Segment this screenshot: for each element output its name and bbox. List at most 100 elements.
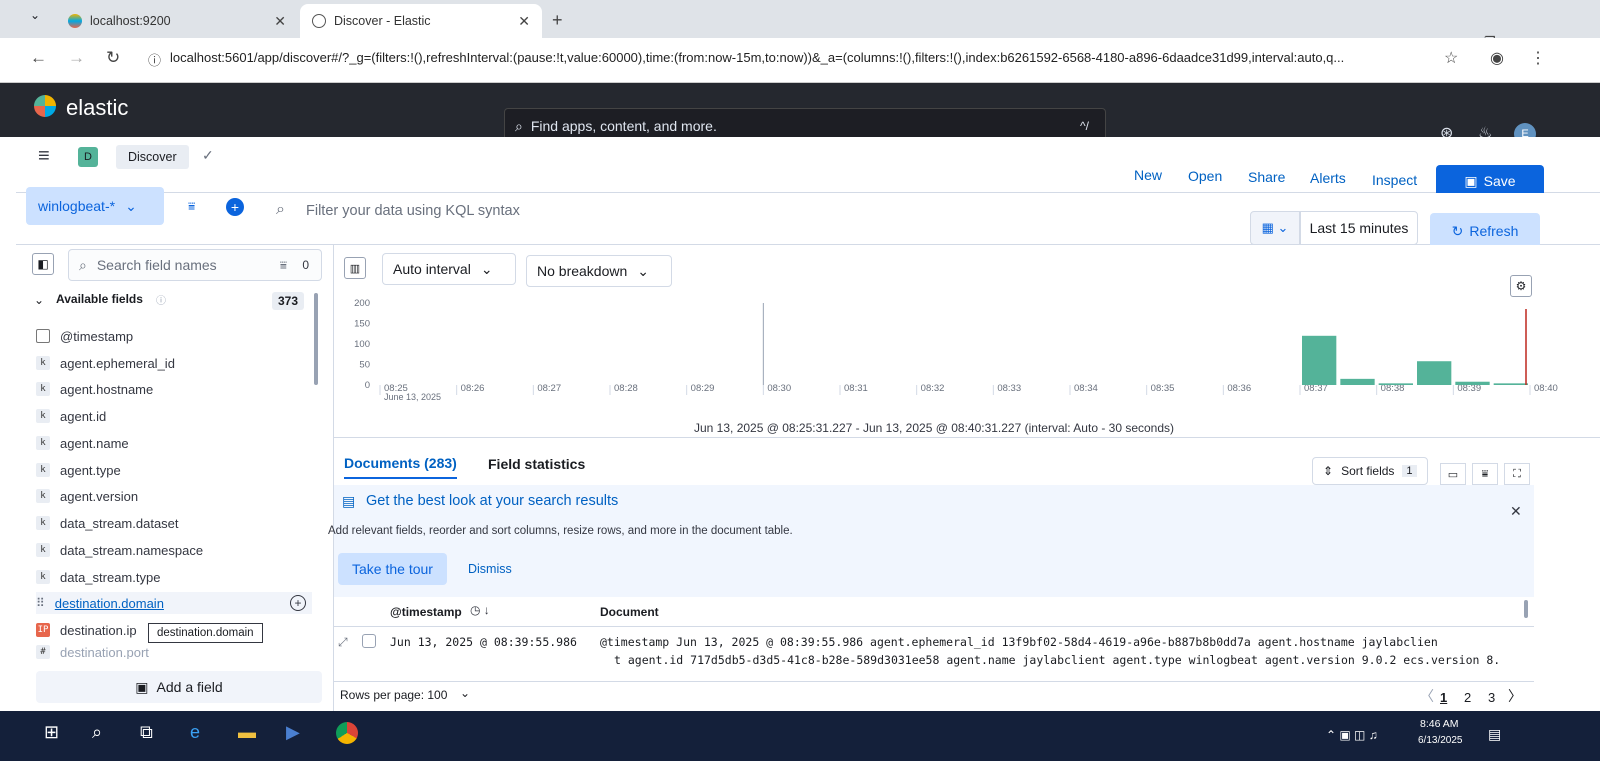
- forward-icon[interactable]: →: [68, 48, 85, 68]
- filter-options-icon[interactable]: ⩸: [188, 199, 195, 214]
- check-icon: ✓: [202, 147, 214, 163]
- drag-handle-icon[interactable]: ⠿: [36, 596, 45, 610]
- dismiss-button[interactable]: Dismiss: [468, 562, 512, 576]
- chrome-icon[interactable]: [336, 722, 358, 744]
- space-badge[interactable]: D: [78, 147, 98, 167]
- refresh-button[interactable]: ↻ Refresh: [1430, 213, 1540, 249]
- table-scrollbar[interactable]: [1524, 600, 1528, 618]
- next-page-icon[interactable]: 〉: [1508, 686, 1522, 706]
- clock-sort-icon[interactable]: ◷ ↓: [470, 603, 490, 617]
- chevron-down-icon: ⌄: [125, 197, 137, 214]
- back-icon[interactable]: ←: [30, 48, 47, 68]
- taskbar-time[interactable]: 8:46 AM: [1420, 718, 1459, 730]
- table-header: @timestamp ◷ ↓ Document: [334, 597, 1534, 627]
- fullscreen-icon[interactable]: ⛶: [1504, 463, 1530, 485]
- available-fields-heading[interactable]: Available fields: [56, 292, 143, 306]
- powershell-icon[interactable]: ▶: [286, 722, 300, 743]
- display-options-icon[interactable]: ⩸: [1472, 463, 1498, 485]
- table-row[interactable]: ⤢ Jun 13, 2025 @ 08:39:55.986 @timestamp…: [334, 633, 1534, 673]
- time-range-button[interactable]: Last 15 minutes: [1300, 211, 1418, 245]
- keyword-type-icon: k: [36, 516, 50, 530]
- dataview-picker[interactable]: winlogbeat-* ⌄: [26, 187, 164, 225]
- field-item[interactable]: k agent.name: [36, 432, 129, 454]
- x-tick-label: 08:29: [691, 383, 715, 394]
- breadcrumb-discover[interactable]: Discover: [116, 145, 189, 169]
- toggle-histogram-icon[interactable]: ▥: [344, 257, 366, 279]
- kql-filter-input[interactable]: Filter your data using KQL syntax: [306, 203, 520, 219]
- menu-inspect[interactable]: Inspect: [1372, 172, 1417, 188]
- site-info-icon[interactable]: ⓘ: [148, 50, 161, 69]
- tab-field-statistics[interactable]: Field statistics: [488, 456, 585, 472]
- field-item[interactable]: k agent.type: [36, 459, 121, 481]
- field-item[interactable]: # destination.port: [36, 645, 149, 659]
- chevron-down-icon[interactable]: ⌄: [34, 293, 44, 307]
- column-header-document[interactable]: Document: [600, 605, 659, 619]
- notifications-icon[interactable]: ▤: [1488, 726, 1501, 743]
- field-item[interactable]: k data_stream.namespace: [36, 539, 203, 561]
- task-view-icon[interactable]: ⧉: [140, 722, 153, 743]
- field-item[interactable]: IP destination.ip: [36, 619, 137, 641]
- tab-documents[interactable]: Documents (283): [344, 455, 457, 479]
- windows-start-icon[interactable]: ⊞: [44, 722, 59, 743]
- field-item[interactable]: k data_stream.dataset: [36, 512, 179, 534]
- date-quick-menu[interactable]: ▦ ⌄: [1250, 211, 1300, 245]
- field-name: agent.type: [60, 462, 121, 478]
- histogram-bar: [1340, 378, 1375, 385]
- field-item[interactable]: k agent.id: [36, 405, 106, 427]
- menu-open[interactable]: Open: [1188, 168, 1222, 184]
- new-tab-button[interactable]: +: [552, 10, 563, 31]
- elastic-logo-text[interactable]: elastic: [66, 95, 128, 121]
- close-callout-icon[interactable]: ✕: [1510, 503, 1522, 520]
- browser-menu-icon[interactable]: ⋮: [1530, 48, 1546, 68]
- interval-selector[interactable]: Auto interval ⌄: [382, 253, 516, 285]
- sort-fields-label: Sort fields: [1341, 464, 1395, 478]
- profile-icon[interactable]: ◉: [1490, 48, 1504, 68]
- search-field-names-input[interactable]: ⌕ Search field names ⩸ 0: [68, 249, 322, 281]
- add-field-column-icon[interactable]: +: [290, 595, 306, 611]
- field-item[interactable]: @timestamp: [36, 325, 133, 347]
- bookmark-star-icon[interactable]: ☆: [1444, 48, 1458, 68]
- x-tick-label: 08:33: [997, 383, 1021, 394]
- tab-list-chevron-icon[interactable]: ⌄: [30, 8, 40, 22]
- filter-icon[interactable]: ⩸: [280, 258, 287, 273]
- reload-icon[interactable]: ↻: [106, 48, 120, 68]
- browser-tab-discover[interactable]: Discover - Elastic ✕: [300, 4, 542, 38]
- system-tray-icons[interactable]: ⌃ ▣ ◫ ♫: [1326, 728, 1378, 742]
- page-1[interactable]: 1: [1440, 690, 1447, 705]
- breakdown-selector[interactable]: No breakdown ⌄: [526, 255, 672, 287]
- field-item[interactable]: k agent.ephemeral_id: [36, 352, 175, 374]
- url-field[interactable]: localhost:5601/app/discover#/?_g=(filter…: [170, 50, 1460, 65]
- row-height-icon[interactable]: ▭: [1440, 463, 1466, 485]
- take-tour-button[interactable]: Take the tour: [338, 553, 447, 585]
- add-a-field-button[interactable]: ▣ Add a field: [36, 671, 322, 703]
- menu-share[interactable]: Share: [1248, 169, 1285, 185]
- add-filter-icon[interactable]: +: [226, 198, 244, 216]
- edge-browser-icon[interactable]: e: [190, 722, 200, 743]
- field-item-hovered[interactable]: ⠿ destination.domain +: [36, 592, 312, 614]
- menu-new[interactable]: New: [1134, 167, 1162, 183]
- close-tab-icon[interactable]: ✕: [518, 13, 530, 30]
- field-item[interactable]: k agent.version: [36, 485, 138, 507]
- field-list-scrollbar[interactable]: [314, 293, 318, 385]
- refresh-label: Refresh: [1469, 223, 1519, 239]
- row-checkbox[interactable]: [362, 634, 376, 648]
- collapse-sidebar-icon[interactable]: ◧: [32, 253, 54, 275]
- browser-tab-elasticsearch[interactable]: localhost:9200 ✕: [56, 4, 298, 38]
- available-fields-count: 373: [272, 292, 305, 310]
- page-3[interactable]: 3: [1488, 690, 1495, 705]
- hamburger-menu-icon[interactable]: ≡: [38, 145, 50, 168]
- close-tab-icon[interactable]: ✕: [274, 13, 286, 30]
- field-item[interactable]: k agent.hostname: [36, 378, 153, 400]
- prev-page-icon[interactable]: 〈: [1420, 686, 1434, 706]
- field-item[interactable]: k data_stream.type: [36, 566, 160, 588]
- page-2[interactable]: 2: [1464, 690, 1471, 705]
- column-header-timestamp[interactable]: @timestamp: [390, 605, 462, 619]
- expand-row-icon[interactable]: ⤢: [338, 635, 348, 650]
- search-icon[interactable]: ⌕: [92, 722, 102, 743]
- menu-alerts[interactable]: Alerts: [1310, 170, 1346, 186]
- rows-per-page-selector[interactable]: Rows per page: 100: [340, 688, 447, 702]
- sort-fields-button[interactable]: ⇕ Sort fields 1: [1312, 457, 1428, 485]
- file-explorer-icon[interactable]: ▬: [238, 722, 256, 743]
- taskbar-date[interactable]: 6/13/2025: [1418, 735, 1463, 746]
- x-axis-subtitle: June 13, 2025: [384, 392, 441, 402]
